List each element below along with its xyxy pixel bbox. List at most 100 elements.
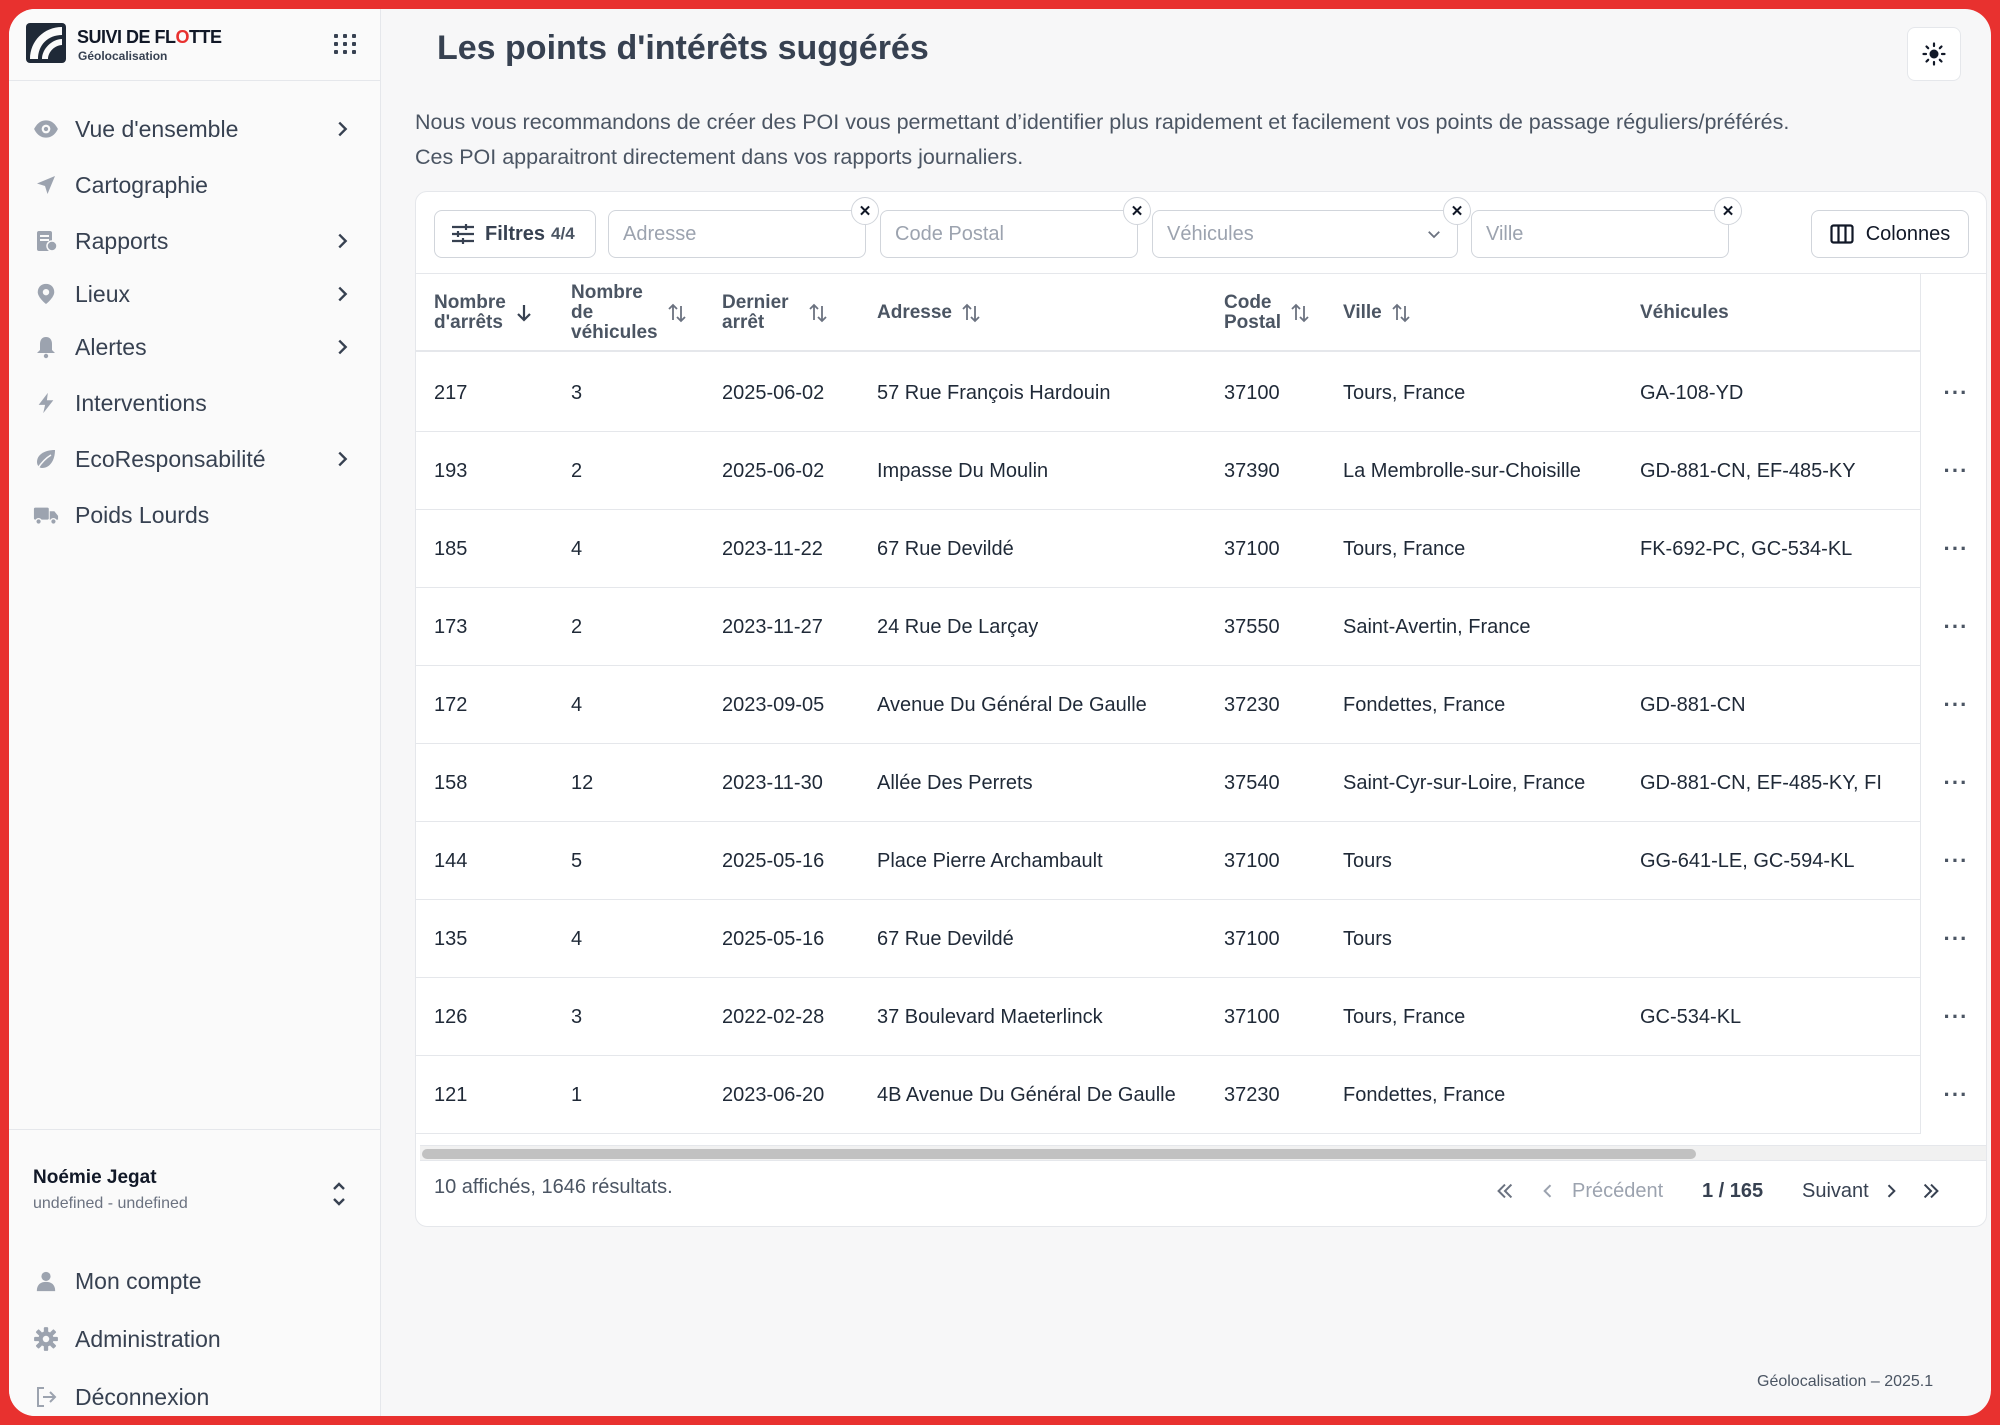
chevrons-left-icon [1497,1183,1513,1199]
sidebar-item-label: Vue d'ensemble [75,115,239,142]
header-text: Adresse [877,302,952,323]
intro-text: Nous vous recommandons de créer des POI … [415,105,1975,175]
sidebar-item-label: Lieux [75,280,130,307]
vehicles-filter-select[interactable]: Véhicules ✕ [1152,197,1471,258]
row-actions-button[interactable]: ··· [1924,1056,1986,1134]
table-header: Nombre d'arrêts Nombre de véhicules Dernier… [416,274,1920,352]
sidebar-item-heavy-trucks[interactable]: Poids Lourds [9,491,381,539]
row-actions-button[interactable]: ··· [1924,354,1986,432]
sidebar-item-administration[interactable]: Administration [9,1315,381,1363]
cell-date: 2025-05-16 [722,927,825,950]
table-row[interactable]: 172 4 2023-09-05 Avenue Du Général De Gaull… [416,666,1967,744]
page-indicator: 1 / 165 [1702,1179,1764,1202]
column-header-vehicles[interactable]: Véhicules [1640,274,1729,352]
apps-grid-icon[interactable] [331,31,357,57]
chevron-right-icon [338,451,348,467]
cell-plates: GD-881-CN [1640,693,1746,716]
table-row[interactable]: 158 12 2023-11-30 Allée Des Perrets 37540 Sai… [416,744,1967,822]
table-row[interactable]: 173 2 2023-11-27 24 Rue De Larçay 37550 Saint… [416,588,1967,666]
report-icon [33,228,59,254]
row-actions-button[interactable]: ··· [1924,666,1986,744]
column-header-stops[interactable]: Nombre d'arrêts [434,274,532,352]
columns-label: Colonnes [1865,222,1951,245]
header-text: arrêt [722,312,765,333]
sidebar-item-my-account[interactable]: Mon compte [9,1257,381,1305]
column-header-address[interactable]: Adresse [877,274,980,352]
sidebar-item-reports[interactable]: Rapports [9,217,381,265]
chevron-right-icon [338,233,348,249]
cell-address: 24 Rue De Larçay [877,615,1039,638]
user-organization: undefined - undefined [33,1195,188,1212]
sort-desc-icon [517,305,531,322]
table-row[interactable]: 135 4 2025-05-16 67 Rue Devildé 37100 Tours ··… [416,900,1967,978]
cell-veh: 2 [571,459,583,482]
row-actions-button[interactable]: ··· [1924,822,1986,900]
scrollbar-thumb[interactable] [422,1149,1696,1159]
cell-city: Tours [1343,849,1392,872]
cell-stops: 144 [434,849,468,872]
column-header-postal[interactable]: Code Postal [1224,274,1309,352]
sidebar-item-interventions[interactable]: Interventions [9,379,381,427]
filters-button[interactable]: Filtres 4/4 [434,210,596,258]
cell-stops: 172 [434,693,468,716]
cell-postal: 37230 [1224,1083,1280,1106]
horizontal-scrollbar[interactable] [420,1145,1986,1161]
columns-button[interactable]: Colonnes [1811,210,1969,258]
first-page-button[interactable] [1494,1176,1516,1206]
cell-stops: 173 [434,615,468,638]
cell-plates [1640,900,1920,978]
column-header-vehicle-count[interactable]: Nombre de véhicules [571,274,686,352]
cell-address: Avenue Du Général De Gaulle [877,693,1147,716]
previous-page-button[interactable]: Précédent [1538,1176,1663,1206]
clear-vehicles-button[interactable]: ✕ [1443,197,1471,225]
table-row[interactable]: 126 3 2022-02-28 37 Boulevard Maeterlinck 37… [416,978,1967,1056]
postal-code-filter-input[interactable]: Code Postal ✕ [880,197,1151,258]
poi-table-card: Filtres 4/4 Adresse ✕ Code Postal ✕ Véhi… [415,191,1987,1227]
clear-address-button[interactable]: ✕ [851,197,879,225]
clear-city-button[interactable]: ✕ [1714,197,1742,225]
row-actions-button[interactable]: ··· [1924,978,1986,1056]
table-row[interactable]: 185 4 2023-11-22 67 Rue Devildé 37100 Tours, … [416,510,1967,588]
table-row[interactable]: 144 5 2025-05-16 Place Pierre Archambault 37… [416,822,1967,900]
last-page-button[interactable] [1920,1176,1942,1206]
cell-veh: 3 [571,381,583,404]
results-count: 10 affichés, 1646 résultats. [434,1176,673,1198]
row-actions-button[interactable]: ··· [1924,900,1986,978]
sidebar-item-eco[interactable]: EcoResponsabilité [9,435,381,483]
sidebar-item-alerts[interactable]: Alertes [9,323,381,371]
cell-city: Fondettes, France [1343,693,1506,716]
sidebar-item-cartography[interactable]: Cartographie [9,161,381,209]
cell-veh: 4 [571,693,583,716]
cell-address: Place Pierre Archambault [877,849,1103,872]
cell-address: 67 Rue Devildé [877,927,1014,950]
table-row[interactable]: 217 3 2025-06-02 57 Rue François Hardouin 37… [416,354,1967,432]
sort-icon [1392,303,1410,323]
row-actions-button[interactable]: ··· [1924,510,1986,588]
cell-postal: 37230 [1224,693,1280,716]
chevron-down-icon [1428,231,1440,239]
row-actions-button[interactable]: ··· [1924,588,1986,666]
sidebar-item-logout[interactable]: Déconnexion [9,1373,381,1416]
column-header-city[interactable]: Ville [1343,274,1410,352]
city-filter-input[interactable]: Ville ✕ [1471,197,1742,258]
user-icon [33,1268,59,1294]
page-title: Les points d'intérêts suggérés [437,29,929,67]
row-actions-button[interactable]: ··· [1924,432,1986,510]
sidebar-item-overview[interactable]: Vue d'ensemble [9,105,381,153]
clear-postal-button[interactable]: ✕ [1123,197,1151,225]
sidebar-item-label: Alertes [75,333,147,360]
table-row[interactable]: 193 2 2025-06-02 Impasse Du Moulin 37390 La M… [416,432,1967,510]
header-text: Véhicules [1640,302,1729,323]
theme-toggle-button[interactable] [1907,27,1961,81]
app-window: SUIVI DE FLOTTE Géolocalisation Vue d'en… [9,9,1991,1416]
next-page-button[interactable]: Suivant [1802,1176,1901,1206]
table-row[interactable]: 121 1 2023-06-20 4B Avenue Du Général De Ga… [416,1056,1967,1134]
address-filter-input[interactable]: Adresse ✕ [608,197,879,258]
cell-date: 2023-11-27 [722,615,823,638]
row-actions-button[interactable]: ··· [1924,744,1986,822]
eye-icon [33,116,59,142]
column-header-last-stop[interactable]: Dernier arrêt [722,274,827,352]
sidebar-item-places[interactable]: Lieux [9,270,381,318]
header-text: Ville [1343,302,1382,323]
chevron-up-down-icon[interactable] [327,1177,351,1211]
